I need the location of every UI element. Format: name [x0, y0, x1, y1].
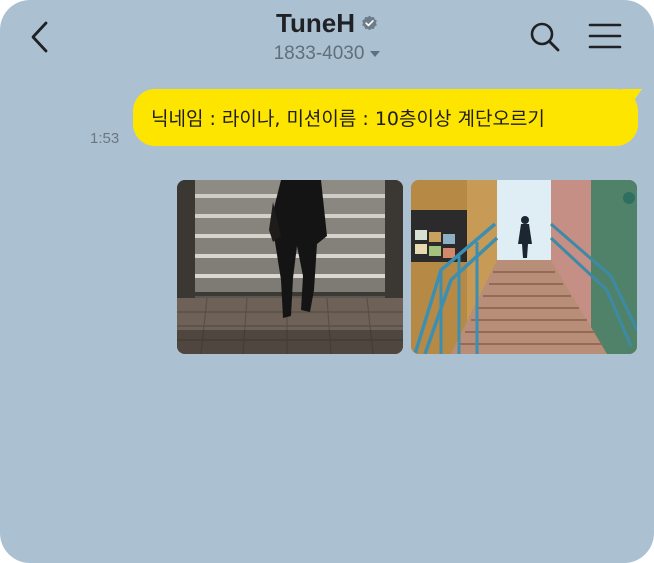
message-text: 닉네임 : 라이나, 미션이름 : 10층이상 계단오르기	[151, 108, 545, 130]
chat-screen: TuneH 1833-4030 1:53 닉네임 : 라이나, 미션이름: 1…	[0, 0, 654, 563]
message-timestamp: 1:53	[90, 130, 120, 147]
stairs-photo-image	[177, 180, 403, 354]
verified-badge-icon	[362, 15, 377, 31]
message-bubble[interactable]: 닉네임 : 라이나, 미션이름 : 10층이상 계단오르기	[133, 89, 638, 146]
chat-photo[interactable]	[177, 180, 403, 354]
chat-subtitle: 1833-4030	[274, 43, 381, 65]
chat-header: TuneH 1833-4030	[0, 0, 654, 80]
search-icon[interactable]	[528, 20, 562, 54]
phone-number: 1833-4030	[273, 43, 365, 64]
caret-down-icon	[370, 51, 381, 57]
chat-title: TuneH	[276, 8, 378, 39]
chat-photo[interactable]	[411, 180, 637, 354]
staircase-photo-image	[411, 180, 637, 354]
hamburger-menu-icon[interactable]	[588, 22, 622, 50]
chat-title-text: TuneH	[276, 8, 355, 38]
